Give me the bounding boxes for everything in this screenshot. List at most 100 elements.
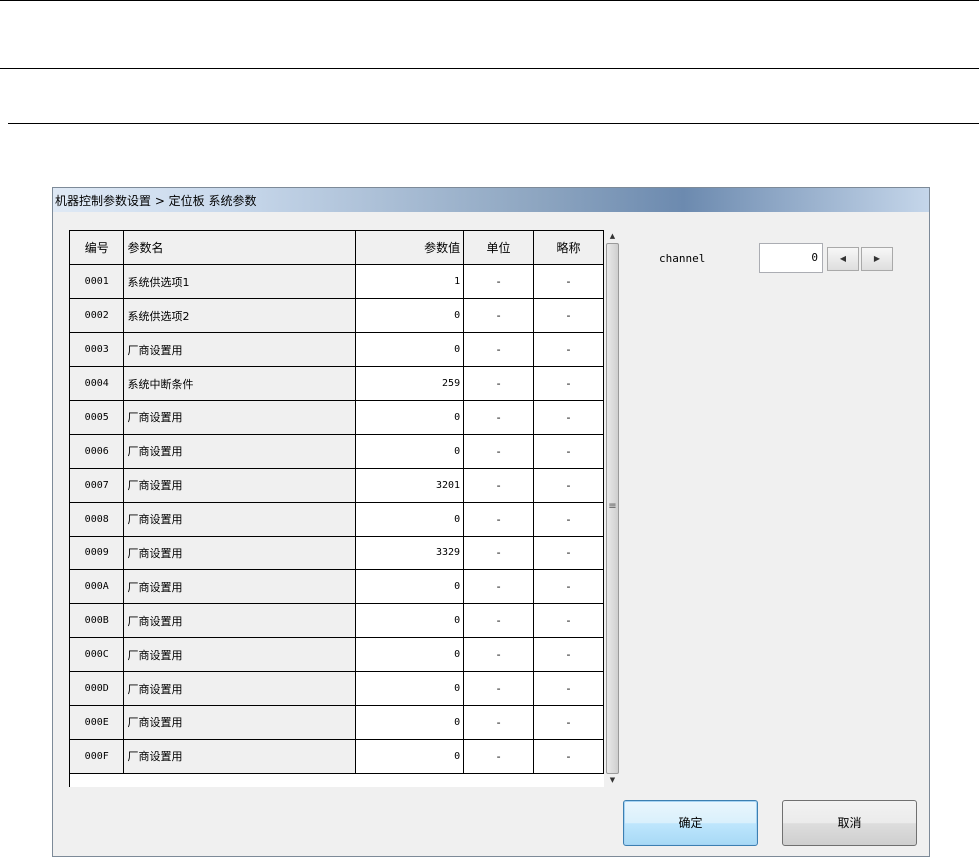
page-rule-bottom	[8, 123, 979, 124]
row-code: 0009	[70, 536, 125, 571]
row-value-cell[interactable]: 0	[355, 705, 465, 740]
row-value-cell[interactable]: 0	[355, 400, 465, 435]
row-code: 0008	[70, 502, 125, 537]
row-value-cell[interactable]: 0	[355, 569, 465, 605]
row-abbr: -	[533, 603, 604, 639]
table-vertical-scrollbar[interactable]: ▲ ≡ ▼	[604, 230, 621, 786]
cancel-button[interactable]: 取消	[782, 800, 917, 846]
row-unit: -	[463, 637, 535, 673]
row-value-cell[interactable]: 0	[355, 671, 465, 706]
row-abbr: -	[533, 400, 604, 435]
row-code: 000B	[70, 603, 125, 639]
table-row[interactable]: 000E 厂商设置用 0 - -	[70, 705, 604, 740]
table-row[interactable]: 0006 厂商设置用 0 - -	[70, 434, 604, 469]
table-row[interactable]: 0002 系统供选项2 0 - -	[70, 298, 604, 334]
row-code: 000F	[70, 739, 125, 774]
row-unit: -	[463, 400, 535, 435]
row-unit: -	[463, 332, 535, 368]
row-abbr: -	[533, 705, 604, 740]
row-abbr: -	[533, 332, 604, 368]
header-code[interactable]: 编号	[70, 231, 125, 266]
row-abbr: -	[533, 434, 604, 469]
row-name: 厂商设置用	[123, 536, 357, 571]
row-value-cell[interactable]: 0	[355, 739, 465, 774]
row-abbr: -	[533, 671, 604, 706]
row-unit: -	[463, 603, 535, 639]
row-value-cell[interactable]: 0	[355, 603, 465, 639]
row-unit: -	[463, 502, 535, 537]
row-value-cell[interactable]: 0	[355, 637, 465, 673]
row-unit: -	[463, 569, 535, 605]
row-name: 厂商设置用	[123, 671, 357, 706]
scroll-down-icon[interactable]: ▼	[604, 774, 621, 786]
row-abbr: -	[533, 366, 604, 401]
header-value[interactable]: 参数值	[355, 231, 465, 266]
row-value-cell[interactable]: 0	[355, 434, 465, 469]
row-name: 厂商设置用	[123, 434, 357, 469]
table-row[interactable]: 0004 系统中断条件 259 - -	[70, 366, 604, 401]
right-arrow-icon: ▶	[873, 254, 881, 263]
channel-input[interactable]: 0	[759, 243, 823, 273]
scroll-up-icon[interactable]: ▲	[604, 230, 621, 242]
row-name: 系统供选项2	[123, 298, 357, 334]
row-name: 系统中断条件	[123, 366, 357, 401]
table-row[interactable]: 000C 厂商设置用 0 - -	[70, 637, 604, 673]
row-value-cell[interactable]: 0	[355, 298, 465, 334]
table-header-row: 编号 参数名 参数值 单位 略称	[70, 231, 604, 266]
table-row[interactable]: 0009 厂商设置用 3329 - -	[70, 536, 604, 571]
row-abbr: -	[533, 468, 604, 503]
table-row[interactable]: 000D 厂商设置用 0 - -	[70, 671, 604, 706]
table-row[interactable]: 000B 厂商设置用 0 - -	[70, 603, 604, 639]
row-value-cell[interactable]: 3329	[355, 536, 465, 571]
row-unit: -	[463, 298, 535, 334]
row-name: 厂商设置用	[123, 468, 357, 503]
dialog-client-top	[53, 212, 929, 220]
row-unit: -	[463, 536, 535, 571]
table-row[interactable]: 0003 厂商设置用 0 - -	[70, 332, 604, 368]
dialog-titlebar[interactable]: 机器控制参数设置 > 定位板 系统参数	[53, 188, 929, 213]
table-row[interactable]: 0008 厂商设置用 0 - -	[70, 502, 604, 537]
table-row[interactable]: 0001 系统供选项1 1 - -	[70, 264, 604, 300]
header-name[interactable]: 参数名	[123, 231, 357, 266]
row-name: 厂商设置用	[123, 603, 357, 639]
row-abbr: -	[533, 536, 604, 571]
row-unit: -	[463, 705, 535, 740]
row-value-cell[interactable]: 0	[355, 332, 465, 368]
table-row[interactable]: 000A 厂商设置用 0 - -	[70, 569, 604, 605]
row-name: 厂商设置用	[123, 705, 357, 740]
parameter-dialog: 机器控制参数设置 > 定位板 系统参数 编号 参数名 参数值 单位 略称 000…	[52, 187, 930, 857]
row-code: 0005	[70, 400, 125, 435]
row-unit: -	[463, 671, 535, 706]
parameter-table[interactable]: 编号 参数名 参数值 单位 略称 0001 系统供选项1 1 - - 0002	[69, 230, 604, 787]
channel-label: channel	[659, 252, 706, 265]
scrollbar-thumb[interactable]: ≡	[606, 243, 619, 774]
row-name: 厂商设置用	[123, 637, 357, 673]
table-row[interactable]: 0007 厂商设置用 3201 - -	[70, 468, 604, 503]
row-name: 厂商设置用	[123, 502, 357, 537]
header-unit[interactable]: 单位	[463, 231, 535, 266]
row-code: 0007	[70, 468, 125, 503]
row-code: 000A	[70, 569, 125, 605]
row-name: 厂商设置用	[123, 400, 357, 435]
row-unit: -	[463, 434, 535, 469]
channel-decrement-button[interactable]: ◀	[827, 247, 859, 271]
header-abbr[interactable]: 略称	[533, 231, 604, 266]
table-row[interactable]: 000F 厂商设置用 0 - -	[70, 739, 604, 774]
table-row[interactable]: 0005 厂商设置用 0 - -	[70, 400, 604, 435]
row-value-cell[interactable]: 259	[355, 366, 465, 401]
channel-increment-button[interactable]: ▶	[861, 247, 893, 271]
row-value-cell[interactable]: 0	[355, 502, 465, 537]
row-abbr: -	[533, 264, 604, 300]
row-value-cell[interactable]: 1	[355, 264, 465, 300]
row-unit: -	[463, 739, 535, 774]
row-code: 0006	[70, 434, 125, 469]
ok-button[interactable]: 确定	[623, 800, 758, 846]
row-value-cell[interactable]: 3201	[355, 468, 465, 503]
row-name: 厂商设置用	[123, 332, 357, 368]
row-name: 厂商设置用	[123, 739, 357, 774]
row-code: 0002	[70, 298, 125, 334]
row-name: 系统供选项1	[123, 264, 357, 300]
row-code: 0003	[70, 332, 125, 368]
left-arrow-icon: ◀	[839, 254, 847, 263]
row-abbr: -	[533, 739, 604, 774]
